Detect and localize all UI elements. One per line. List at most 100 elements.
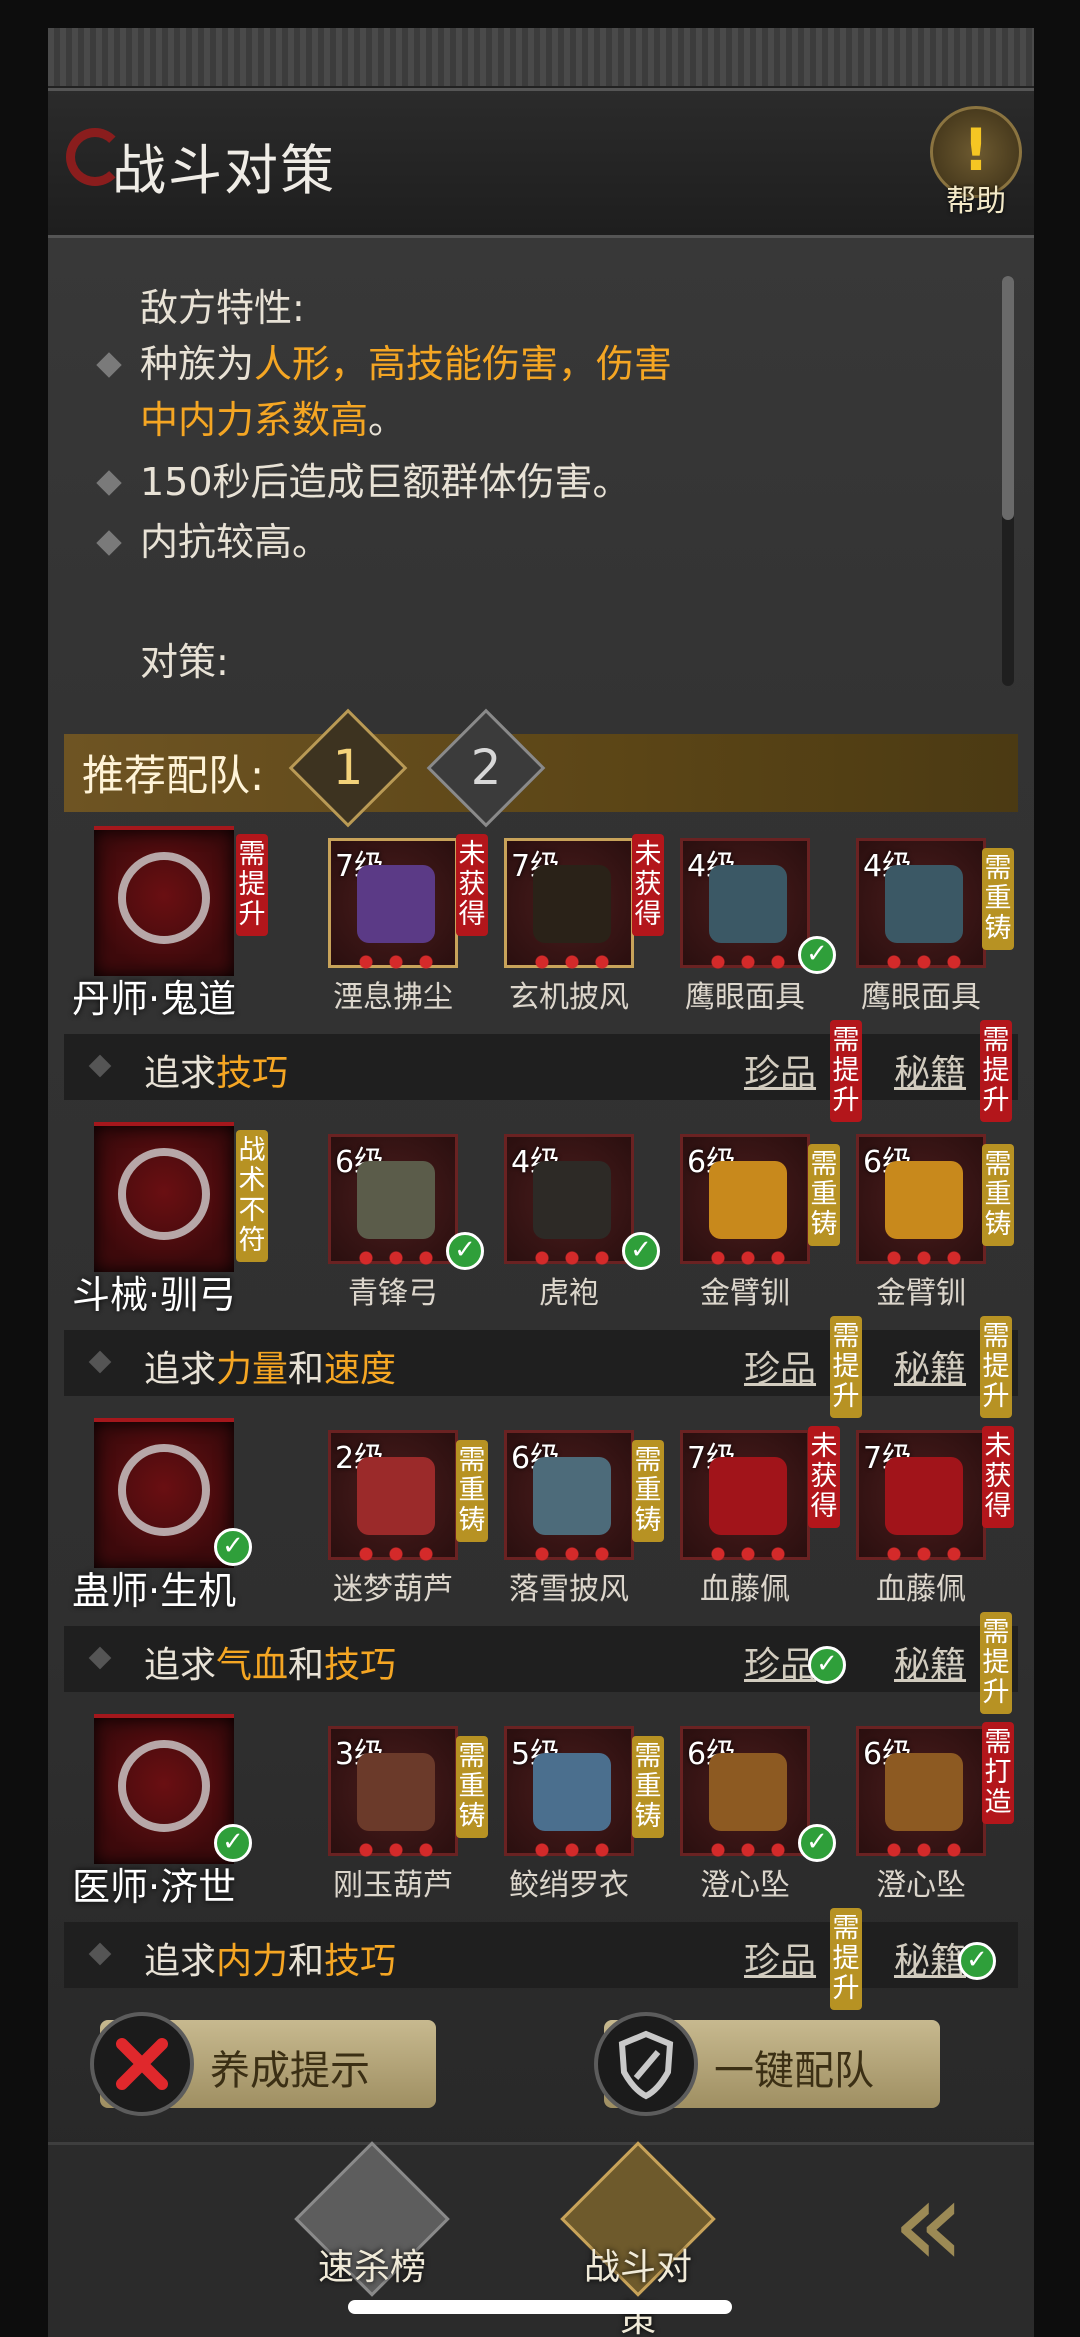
hero-emblem-icon	[118, 852, 210, 944]
cultivation-hint-button[interactable]: 养成提示	[90, 2012, 436, 2116]
equipment-slot[interactable]: 3级	[328, 1726, 458, 1859]
gourd-icon	[357, 1457, 435, 1535]
item-status-tag: 需重铸	[808, 1144, 840, 1246]
cloak-icon	[533, 865, 611, 943]
star-dots	[527, 1545, 617, 1563]
help-button[interactable]: ! 帮助	[926, 106, 1026, 219]
cloak-icon	[533, 1457, 611, 1535]
pursuit-text: 追求力量和速度	[144, 1340, 396, 1392]
hero-emblem-icon	[118, 1444, 210, 1536]
trait-text: 种族为	[140, 342, 255, 386]
item-status-tag: 需重铸	[632, 1440, 664, 1542]
equipment-slot[interactable]: 7级	[856, 1430, 986, 1563]
equipment-slot[interactable]: 4级	[504, 1134, 634, 1267]
treasure-link[interactable]: 珍品	[744, 1340, 816, 1392]
item-name: 迷梦葫芦	[333, 1572, 453, 1607]
pursuit-attr: 技巧	[324, 1645, 397, 1686]
equipment-slot[interactable]: 6级	[680, 1134, 810, 1267]
treasure-link[interactable]: 珍品	[744, 1636, 816, 1688]
check-icon: ✓	[622, 1232, 660, 1270]
item-name: 虎袍	[539, 1276, 599, 1311]
pursuit-word: 和	[288, 1645, 325, 1686]
hero-portrait[interactable]	[94, 826, 234, 976]
manual-link[interactable]: 秘籍	[894, 1340, 966, 1392]
check-icon: ✓	[446, 1232, 484, 1270]
star-dots	[879, 1545, 969, 1563]
pursuit-word: 追求	[144, 1645, 217, 1686]
equipment-slot[interactable]: 6级	[680, 1726, 810, 1859]
team-tab-1-label: 1	[332, 740, 364, 796]
item-status-tag: 未获得	[982, 1426, 1014, 1528]
enemy-trait-2: 150秒后造成巨额群体伤害。	[140, 460, 631, 504]
double-chevron-left-icon[interactable]: «	[892, 2150, 1022, 2300]
scrollbar[interactable]	[1002, 276, 1014, 686]
equipment-slot[interactable]: 6级	[328, 1134, 458, 1267]
hero-portrait[interactable]	[94, 1122, 234, 1272]
pursuit-text: 追求技巧	[144, 1044, 288, 1096]
treasure-link[interactable]: 珍品	[744, 1044, 816, 1096]
mask-icon	[709, 865, 787, 943]
pursuit-text: 追求气血和技巧	[144, 1636, 396, 1688]
whisk-icon	[357, 865, 435, 943]
item-name: 金臂钏	[876, 1276, 966, 1311]
enemy-heading: 敌方特性:	[140, 286, 305, 330]
button-label: 养成提示	[210, 2048, 370, 2094]
team-row: 丹师·鬼道 需提升 7级 未获得 湮息拂尘 7级 未获得 玄机披风 4级 ✓ 鹰…	[64, 826, 1018, 1021]
hero-name: 医师·济世	[72, 1865, 237, 1909]
equipment-slot[interactable]: 4级	[680, 838, 810, 971]
item-name: 澄心坠	[876, 1868, 966, 1903]
star-dots	[527, 953, 617, 971]
pursuit-attr: 内力	[216, 1941, 289, 1982]
equipment-slot[interactable]: 7级	[504, 838, 634, 971]
equipment-slot[interactable]: 7级	[328, 838, 458, 971]
trait-highlight: ，	[330, 342, 369, 386]
item-name: 血藤佩	[700, 1572, 790, 1607]
hero-name: 蛊师·生机	[72, 1569, 237, 1613]
enemy-info-panel[interactable]: 敌方特性: 种族为人形，高技能伤害，伤害中内力系数高。 150秒后造成巨额群体伤…	[60, 260, 1000, 700]
home-indicator[interactable]	[348, 2300, 732, 2314]
pendant-icon	[709, 1753, 787, 1831]
star-dots	[703, 1545, 793, 1563]
star-dots	[527, 1841, 617, 1859]
manual-link[interactable]: 秘籍	[894, 1044, 966, 1096]
hero-status-tag: 战术不符	[236, 1130, 268, 1262]
pursuit-bar: 追求技巧 珍品 需提升 秘籍 需提升	[64, 1020, 1018, 1122]
trait-text: 。	[368, 398, 407, 442]
equipment-slot[interactable]: 6级	[504, 1430, 634, 1563]
check-icon: ✓	[958, 1942, 996, 1980]
mask-icon	[885, 865, 963, 943]
pursuit-attr: 力量	[216, 1349, 289, 1390]
pursuit-text: 追求内力和技巧	[144, 1932, 396, 1984]
bracelet-icon	[709, 1161, 787, 1239]
manual-link[interactable]: 秘籍	[894, 1932, 966, 1984]
equipment-slot[interactable]: 5级	[504, 1726, 634, 1859]
manual-status-tag: 需提升	[980, 1612, 1012, 1714]
hero-portrait[interactable]	[94, 1714, 234, 1864]
close-icon	[90, 2012, 194, 2116]
equipment-slot[interactable]: 7级	[680, 1430, 810, 1563]
page-title: 战斗对策	[112, 139, 336, 202]
nav-tab-speedkill[interactable]: 速杀榜	[294, 2141, 450, 2320]
pursuit-word: 追求	[144, 1941, 217, 1982]
bow-icon	[357, 1161, 435, 1239]
manual-link[interactable]: 秘籍	[894, 1636, 966, 1688]
hero-portrait[interactable]	[94, 1418, 234, 1568]
equipment-slot[interactable]: 4级	[856, 838, 986, 971]
hero-emblem-icon	[118, 1148, 210, 1240]
button-label: 一键配队	[714, 2048, 874, 2094]
strategy-heading: 对策:	[140, 640, 229, 684]
star-dots	[879, 1249, 969, 1267]
equipment-slot[interactable]: 6级	[856, 1134, 986, 1267]
bullet-icon	[88, 1054, 112, 1078]
pursuit-word: 和	[288, 1349, 325, 1390]
item-name: 金臂钏	[700, 1276, 790, 1311]
nav-tab-battle-strategy[interactable]: 战斗对策	[560, 2141, 716, 2337]
manual-status-tag: 需提升	[980, 1020, 1012, 1122]
star-dots	[703, 953, 793, 971]
equipment-slot[interactable]: 6级	[856, 1726, 986, 1859]
star-dots	[879, 953, 969, 971]
treasure-link[interactable]: 珍品	[744, 1932, 816, 1984]
equipment-slot[interactable]: 2级	[328, 1430, 458, 1563]
scroll-thumb[interactable]	[1002, 276, 1014, 520]
auto-team-button[interactable]: 一键配队	[594, 2012, 940, 2116]
